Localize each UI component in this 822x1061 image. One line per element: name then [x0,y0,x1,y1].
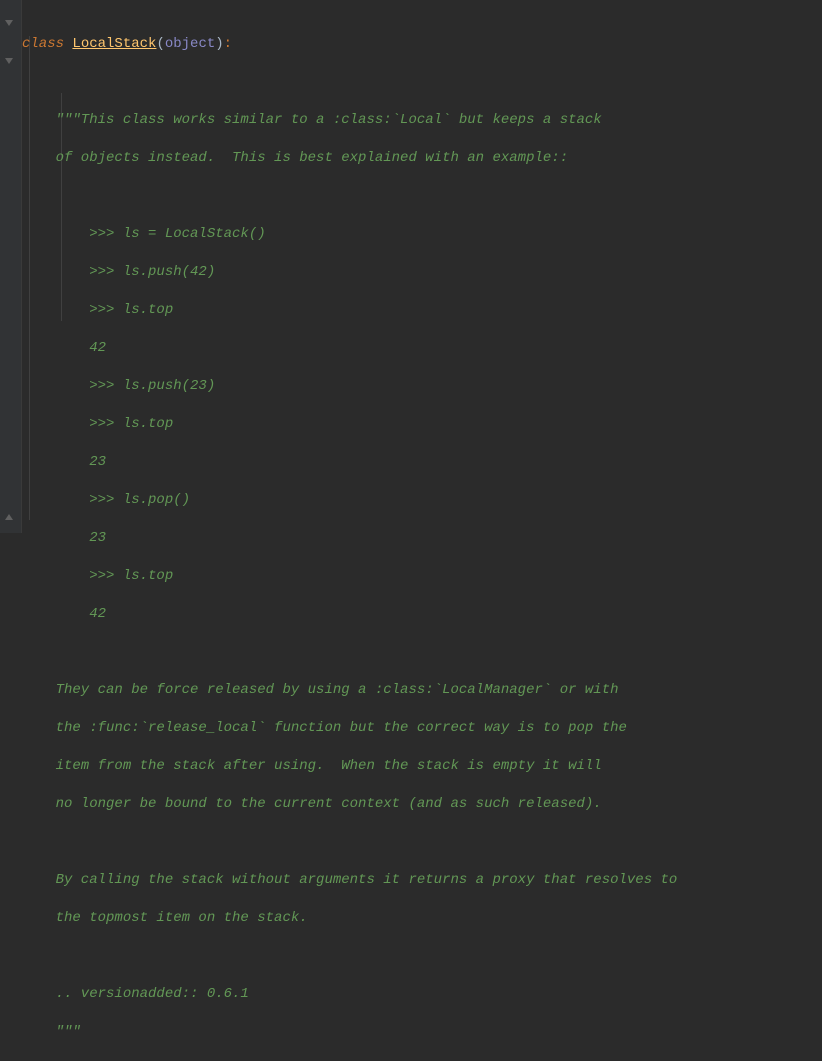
fold-icon[interactable] [4,56,16,68]
docstring-line: >>> ls = LocalStack() [22,225,677,244]
base-class: object [165,36,215,52]
docstring-line: 23 [22,453,677,472]
docstring-line: """ [22,1023,677,1042]
docstring-line: >>> ls.pop() [22,491,677,510]
fold-icon[interactable] [4,18,16,30]
blank-line [22,187,677,206]
docstring-line: 42 [22,605,677,624]
keyword: class [22,36,72,52]
blank-line [22,73,677,92]
docstring-line: >>> ls.top [22,301,677,320]
docstring-line: 23 [22,529,677,548]
code-editor[interactable]: class LocalStack(object): """This class … [22,16,677,1061]
docstring-line: By calling the stack without arguments i… [22,871,677,890]
docstring-line: """This class works similar to a :class:… [22,111,677,130]
docstring-line: 42 [22,339,677,358]
colon: : [224,36,232,52]
docstring-line: the topmost item on the stack. [22,909,677,928]
fold-up-icon[interactable] [4,512,16,524]
blank-line [22,947,677,966]
docstring-line: .. versionadded:: 0.6.1 [22,985,677,1004]
docstring-line: They can be force released by using a :c… [22,681,677,700]
docstring-line: no longer be bound to the current contex… [22,795,677,814]
class-name: LocalStack [72,36,156,52]
code-line: class LocalStack(object): [22,35,677,54]
docstring-line: >>> ls.push(42) [22,263,677,282]
paren: ( [156,36,164,52]
docstring-line: >>> ls.top [22,567,677,586]
gutter [0,0,22,533]
docstring-line: >>> ls.top [22,415,677,434]
docstring-line: item from the stack after using. When th… [22,757,677,776]
docstring-line: the :func:`release_local` function but t… [22,719,677,738]
blank-line [22,833,677,852]
docstring-line: >>> ls.push(23) [22,377,677,396]
docstring-line: of objects instead. This is best explain… [22,149,677,168]
blank-line [22,643,677,662]
paren: ) [215,36,223,52]
